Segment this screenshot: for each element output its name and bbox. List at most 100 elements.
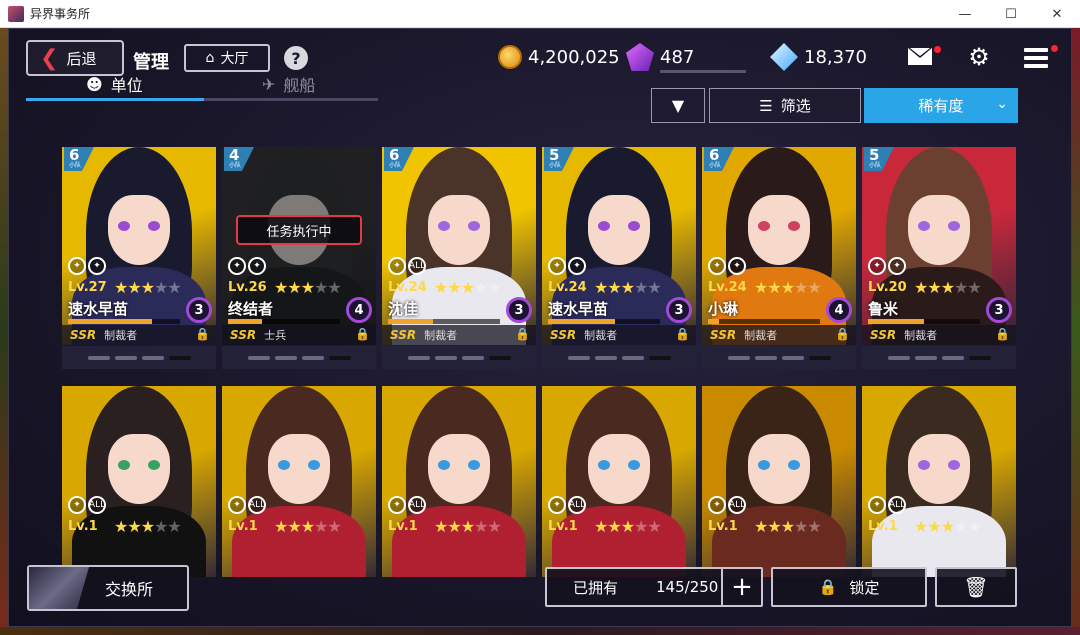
- class-label: 制裁者: [104, 329, 138, 342]
- unit-level: Lv.1: [68, 519, 98, 534]
- exchange-button[interactable]: 交换所: [27, 565, 189, 611]
- menu-icon[interactable]: [1024, 48, 1048, 68]
- role-icons: ✦ ALL: [708, 496, 746, 514]
- back-label: 后退: [66, 49, 97, 68]
- expand-capacity-button[interactable]: +: [721, 569, 761, 605]
- lock-button[interactable]: 🔒 锁定: [771, 567, 927, 607]
- star-rating: ★★★★★: [914, 517, 982, 536]
- unit-card[interactable]: ✦ ALL Lv.1 ★★★★★: [382, 386, 536, 577]
- unit-card[interactable]: ✦ ALL Lv.1 ★★★★★: [222, 386, 376, 577]
- unit-card[interactable]: ✦ ALL Lv.1 ★★★★★: [62, 386, 216, 577]
- unit-card[interactable]: 6 小队 ✦ ✦ Lv.27 ★★★★★ 速水早苗 3 SSR 制裁者 🔒: [62, 147, 216, 369]
- tab-units[interactable]: ☻ 单位: [86, 68, 143, 100]
- lock-icon[interactable]: 🔒: [675, 327, 690, 341]
- rarity-row: SSR 士兵: [222, 325, 376, 345]
- rarity-label: SSR: [550, 328, 577, 342]
- wing-icon: ✦: [568, 257, 586, 275]
- top-bar: ❮ 后退 管理 ⌂ 大厅 ? 4,200,025 487 18,370 ⚙: [8, 28, 1072, 86]
- sort-direction-button[interactable]: ▼: [651, 88, 705, 123]
- coin-counter: 4,200,025: [498, 42, 620, 72]
- equipment-slots: [862, 346, 1016, 369]
- rank-badge: 3: [186, 297, 212, 323]
- unit-card[interactable]: 6 小队 ✦ ALL Lv.24 ★★★★★ 沈佳 3 SSR 制裁者 🔒: [382, 147, 536, 369]
- unit-card[interactable]: 6 小队 ✦ ✦ Lv.24 ★★★★★ 小琳 4 SSR 制裁者 🔒: [702, 147, 856, 369]
- tab-ships-underline: [204, 98, 378, 101]
- unit-name: 小琳: [708, 300, 739, 318]
- unit-card[interactable]: 5 小队 ✦ ✦ Lv.20 ★★★★★ 鲁米 3 SSR 制裁者 🔒: [862, 147, 1016, 369]
- lock-icon[interactable]: 🔒: [835, 327, 850, 341]
- gem-value: 487: [660, 46, 695, 68]
- trash-button[interactable]: 🗑: [935, 567, 1017, 607]
- class-label: 制裁者: [584, 329, 618, 342]
- close-button[interactable]: ✕: [1034, 0, 1080, 28]
- unit-portrait: [222, 386, 376, 577]
- role-icons: ✦ ✦: [548, 257, 586, 275]
- class-label: 制裁者: [744, 329, 778, 342]
- gem-counter: 487: [626, 42, 756, 73]
- star-rating: ★★★★★: [914, 278, 982, 297]
- role-icons: ✦ ALL: [868, 496, 906, 514]
- all-icon: ALL: [248, 496, 266, 514]
- owned-count-box: 已拥有 145/250 +: [545, 567, 763, 607]
- ship-icon: ✈: [262, 74, 276, 94]
- window-title: 异界事务所: [30, 7, 91, 21]
- unit-portrait: [62, 386, 216, 577]
- star-rating: ★★★★★: [594, 278, 662, 297]
- role-icons: ✦ ✦: [228, 257, 266, 275]
- tab-units-label: 单位: [110, 76, 143, 95]
- unit-card[interactable]: ✦ ALL Lv.1 ★★★★★: [542, 386, 696, 577]
- lock-icon[interactable]: 🔒: [195, 327, 210, 341]
- rifle-icon: ✦: [388, 257, 406, 275]
- sort-rarity-dropdown[interactable]: 稀有度 ⌄: [864, 88, 1018, 123]
- all-icon: ALL: [568, 496, 586, 514]
- rarity-row: SSR 制裁者: [62, 325, 216, 345]
- help-button[interactable]: ?: [284, 46, 308, 70]
- coin-value: 4,200,025: [528, 46, 620, 68]
- all-icon: ALL: [408, 257, 426, 275]
- lock-icon[interactable]: 🔒: [355, 327, 370, 341]
- settings-gear-icon[interactable]: ⚙: [966, 44, 992, 70]
- rarity-row: SSR 制裁者: [542, 325, 696, 345]
- role-icons: ✦ ✦: [68, 257, 106, 275]
- lock-label: 锁定: [849, 578, 880, 597]
- rifle-icon: ✦: [388, 496, 406, 514]
- trash-icon: 🗑: [963, 575, 989, 599]
- lock-icon: 🔒: [818, 578, 838, 596]
- rank-badge: 3: [666, 297, 692, 323]
- role-icons: ✦ ALL: [68, 496, 106, 514]
- unit-card[interactable]: ✦ ALL Lv.1 ★★★★★: [702, 386, 856, 577]
- coin-icon: [498, 45, 522, 69]
- gem-icon: [626, 43, 654, 71]
- star-rating: ★★★★★: [754, 278, 822, 297]
- xp-bar: [708, 319, 820, 324]
- class-label: 制裁者: [904, 329, 938, 342]
- unit-level: Lv.1: [388, 519, 418, 534]
- rarity-row: SSR 制裁者: [862, 325, 1016, 345]
- equipment-slots: [382, 346, 536, 369]
- unit-portrait: [382, 386, 536, 577]
- unit-card[interactable]: 4 小队 ✦ ✦ Lv.26 ★★★★★ 终结者 4 SSR 士兵 🔒 任务执行中: [222, 147, 376, 369]
- lock-icon[interactable]: 🔒: [995, 327, 1010, 341]
- maximize-button[interactable]: ☐: [988, 0, 1034, 28]
- lobby-button[interactable]: ⌂ 大厅: [184, 44, 270, 72]
- sort-label: 稀有度: [918, 97, 964, 115]
- equipment-slots: [222, 346, 376, 369]
- mail-icon[interactable]: [908, 48, 932, 65]
- target-icon: ✦: [708, 257, 726, 275]
- lobby-label: 大厅: [220, 51, 249, 67]
- lock-icon[interactable]: 🔒: [515, 327, 530, 341]
- unit-card[interactable]: 5 小队 ✦ ✦ Lv.24 ★★★★★ 速水早苗 3 SSR 制裁者 🔒: [542, 147, 696, 369]
- tab-ships[interactable]: ✈ 舰船: [262, 68, 315, 100]
- rarity-label: SSR: [710, 328, 737, 342]
- star-rating: ★★★★★: [274, 278, 342, 297]
- unit-icon: ☻: [86, 74, 103, 94]
- unit-level: Lv.1: [228, 519, 258, 534]
- unit-card[interactable]: ✦ ALL Lv.1 ★★★★★: [862, 386, 1016, 577]
- window-titlebar: 异界事务所 — ☐ ✕: [0, 0, 1080, 28]
- filter-button[interactable]: ☰ 筛选: [709, 88, 861, 123]
- unit-name: 速水早苗: [68, 300, 129, 318]
- unit-name: 鲁米: [868, 300, 899, 318]
- minimize-button[interactable]: —: [942, 0, 988, 28]
- wing-icon: ✦: [728, 257, 746, 275]
- owned-label: 已拥有: [573, 578, 619, 597]
